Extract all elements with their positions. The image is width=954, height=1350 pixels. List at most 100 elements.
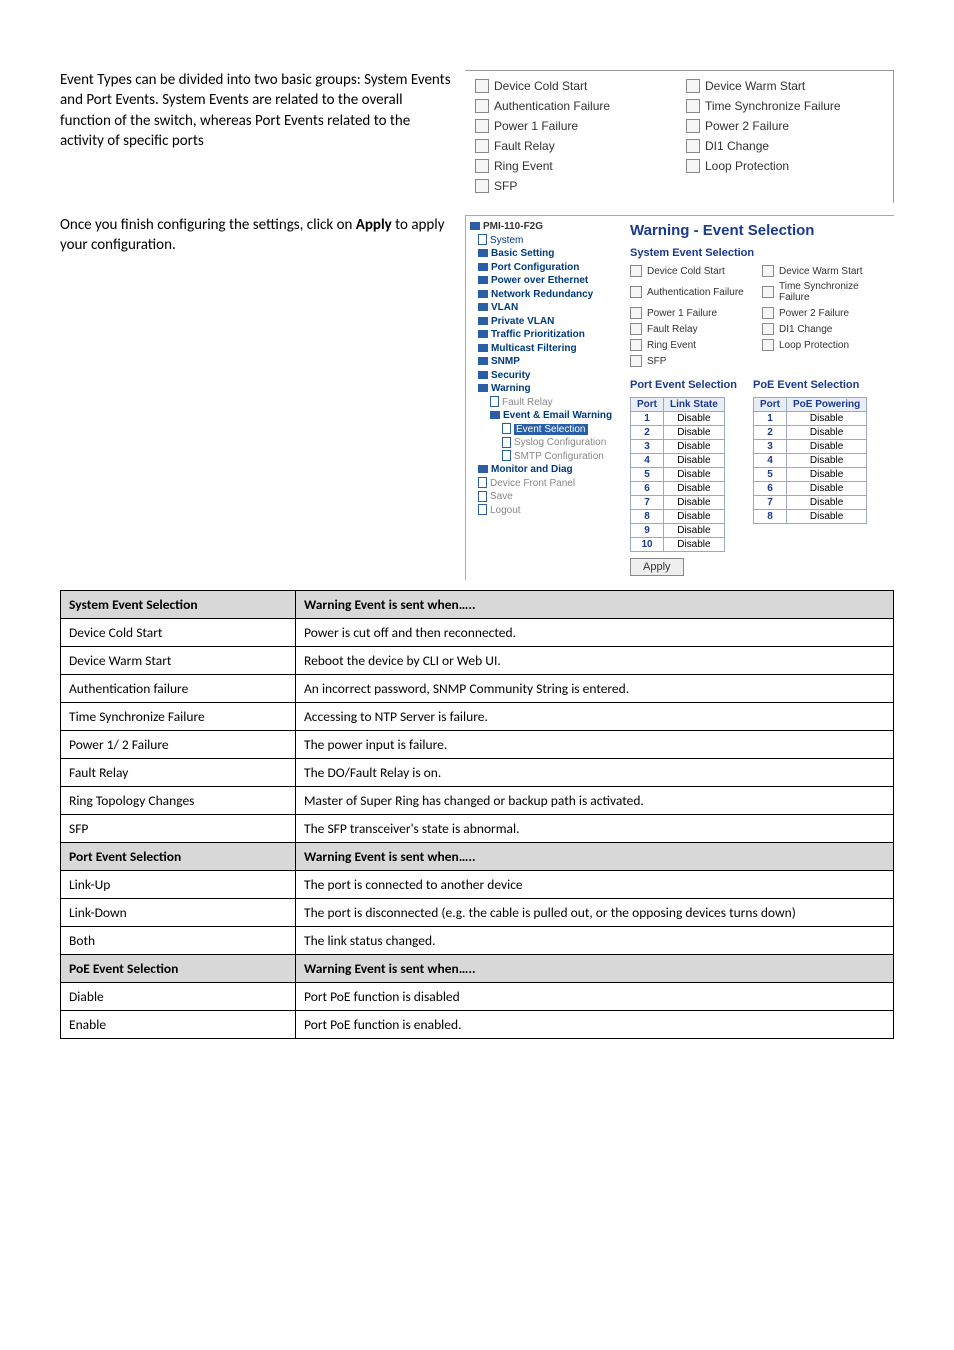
table-row[interactable]: 7Disable [753, 496, 866, 510]
tree-item-fault-relay[interactable]: Fault Relay [470, 396, 620, 410]
tree-item-network-redundancy[interactable]: Network Redundancy [470, 288, 620, 302]
table-row[interactable]: 4Disable [631, 454, 725, 468]
sys-cb-loop-protection[interactable]: Loop Protection [762, 339, 888, 351]
tree-item-monitor-and-diag[interactable]: Monitor and Diag [470, 463, 620, 477]
table-row[interactable]: 8Disable [631, 510, 725, 524]
intro-text: Event Types can be divided into two basi… [60, 70, 455, 203]
tree-item-power-over-ethernet[interactable]: Power over Ethernet [470, 274, 620, 288]
table-row: BothThe link status changed. [61, 927, 894, 955]
checkbox-icon [475, 159, 489, 173]
tree-item-traffic-prioritization[interactable]: Traffic Prioritization [470, 328, 620, 342]
checkbox-icon [475, 179, 489, 193]
sys-cb-power-2-failure[interactable]: Power 2 Failure [762, 307, 888, 319]
section-header: System Event SelectionWarning Event is s… [61, 591, 894, 619]
tree-item-save[interactable]: Save [470, 490, 620, 504]
checkbox-icon [762, 265, 774, 277]
table-row: Device Cold StartPower is cut off and th… [61, 619, 894, 647]
sys-cb-authentication-failure[interactable]: Authentication Failure [630, 281, 756, 303]
tree-root[interactable]: PMI-110-F2G [470, 220, 620, 234]
sys-cb-fault-relay[interactable]: Fault Relay [630, 323, 756, 335]
checkbox-icon [630, 307, 642, 319]
checkbox-icon [630, 323, 642, 335]
tree-item-private-vlan[interactable]: Private VLAN [470, 315, 620, 329]
tree-item-smtp-configuration[interactable]: SMTP Configuration [470, 450, 620, 464]
checkbox-icon [686, 159, 700, 173]
tree-item-vlan[interactable]: VLAN [470, 301, 620, 315]
table-row[interactable]: 10Disable [631, 538, 725, 552]
table-row[interactable]: 1Disable [631, 412, 725, 426]
poe-event-title: PoE Event Selection [753, 379, 867, 391]
sys-cb-ring-event[interactable]: Ring Event [630, 339, 756, 351]
checkbox-sfp[interactable]: SFP [475, 179, 672, 193]
table-row: DiablePort PoE function is disabled [61, 983, 894, 1011]
checkbox-power-1-failure[interactable]: Power 1 Failure [475, 119, 672, 133]
section-header: Port Event SelectionWarning Event is sen… [61, 843, 894, 871]
checkbox-time-synchronize-failure[interactable]: Time Synchronize Failure [686, 99, 883, 113]
table-row: Link-UpThe port is connected to another … [61, 871, 894, 899]
checkbox-icon [762, 307, 774, 319]
table-row[interactable]: 6Disable [753, 482, 866, 496]
table-row[interactable]: 1Disable [753, 412, 866, 426]
tree-item-device-front-panel[interactable]: Device Front Panel [470, 477, 620, 491]
tree-item-warning[interactable]: Warning [470, 382, 620, 396]
table-row: Time Synchronize FailureAccessing to NTP… [61, 703, 894, 731]
checkbox-icon [686, 99, 700, 113]
checkbox-authentication-failure[interactable]: Authentication Failure [475, 99, 672, 113]
table-row[interactable]: 7Disable [631, 496, 725, 510]
table-row[interactable]: 8Disable [753, 510, 866, 524]
tree-item-port-configuration[interactable]: Port Configuration [470, 261, 620, 275]
table-row[interactable]: 2Disable [631, 426, 725, 440]
checkbox-icon [475, 99, 489, 113]
poe-event-table: PortPoE Powering 1Disable2Disable3Disabl… [753, 397, 867, 524]
tree-item-snmp[interactable]: SNMP [470, 355, 620, 369]
apply-button[interactable]: Apply [630, 558, 684, 576]
table-row: SFPThe SFP transceiver's state is abnorm… [61, 815, 894, 843]
checkbox-icon [475, 79, 489, 93]
checkbox-loop-protection[interactable]: Loop Protection [686, 159, 883, 173]
checkbox-icon [630, 339, 642, 351]
table-row[interactable]: 9Disable [631, 524, 725, 538]
checkbox-di1-change[interactable]: DI1 Change [686, 139, 883, 153]
checkbox-icon [762, 323, 774, 335]
table-row[interactable]: 6Disable [631, 482, 725, 496]
checkbox-ring-event[interactable]: Ring Event [475, 159, 672, 173]
table-row[interactable]: 4Disable [753, 454, 866, 468]
table-row: Link-DownThe port is disconnected (e.g. … [61, 899, 894, 927]
tree-item-event-email-warning[interactable]: Event & Email Warning [470, 409, 620, 423]
checkbox-device-cold-start[interactable]: Device Cold Start [475, 79, 672, 93]
sys-cb-di1-change[interactable]: DI1 Change [762, 323, 888, 335]
checkbox-icon [475, 139, 489, 153]
table-row[interactable]: 5Disable [753, 468, 866, 482]
section-header: PoE Event SelectionWarning Event is sent… [61, 955, 894, 983]
tree-item-syslog-configuration[interactable]: Syslog Configuration [470, 436, 620, 450]
tree-item-basic-setting[interactable]: Basic Setting [470, 247, 620, 261]
table-row: Device Warm StartReboot the device by CL… [61, 647, 894, 675]
table-row[interactable]: 3Disable [631, 440, 725, 454]
page-title: Warning - Event Selection [630, 222, 888, 239]
sys-cb-time-synchronize-failure[interactable]: Time Synchronize Failure [762, 281, 888, 303]
table-row[interactable]: 5Disable [631, 468, 725, 482]
sys-cb-device-cold-start[interactable]: Device Cold Start [630, 265, 756, 277]
tree-item-security[interactable]: Security [470, 369, 620, 383]
checkbox-icon [630, 355, 642, 367]
table-row[interactable]: 3Disable [753, 440, 866, 454]
event-description-table: System Event SelectionWarning Event is s… [60, 590, 894, 1039]
table-row: Authentication failureAn incorrect passw… [61, 675, 894, 703]
sys-cb-power-1-failure[interactable]: Power 1 Failure [630, 307, 756, 319]
config-screenshot: PMI-110-F2G SystemBasic SettingPort Conf… [465, 215, 894, 580]
sys-cb-sfp[interactable]: SFP [630, 355, 756, 367]
table-row: Power 1/ 2 FailureThe power input is fai… [61, 731, 894, 759]
nav-tree: PMI-110-F2G SystemBasic SettingPort Conf… [466, 216, 624, 580]
sys-event-title: System Event Selection [630, 247, 888, 259]
checkbox-icon [475, 119, 489, 133]
table-row[interactable]: 2Disable [753, 426, 866, 440]
checkbox-device-warm-start[interactable]: Device Warm Start [686, 79, 883, 93]
tree-item-event-selection[interactable]: Event Selection [470, 423, 620, 437]
checkbox-fault-relay[interactable]: Fault Relay [475, 139, 672, 153]
checkbox-power-2-failure[interactable]: Power 2 Failure [686, 119, 883, 133]
tree-item-logout[interactable]: Logout [470, 504, 620, 518]
tree-item-multicast-filtering[interactable]: Multicast Filtering [470, 342, 620, 356]
tree-item-system[interactable]: System [470, 234, 620, 248]
apply-instruction: Once you finish configuring the settings… [60, 215, 455, 580]
sys-cb-device-warm-start[interactable]: Device Warm Start [762, 265, 888, 277]
